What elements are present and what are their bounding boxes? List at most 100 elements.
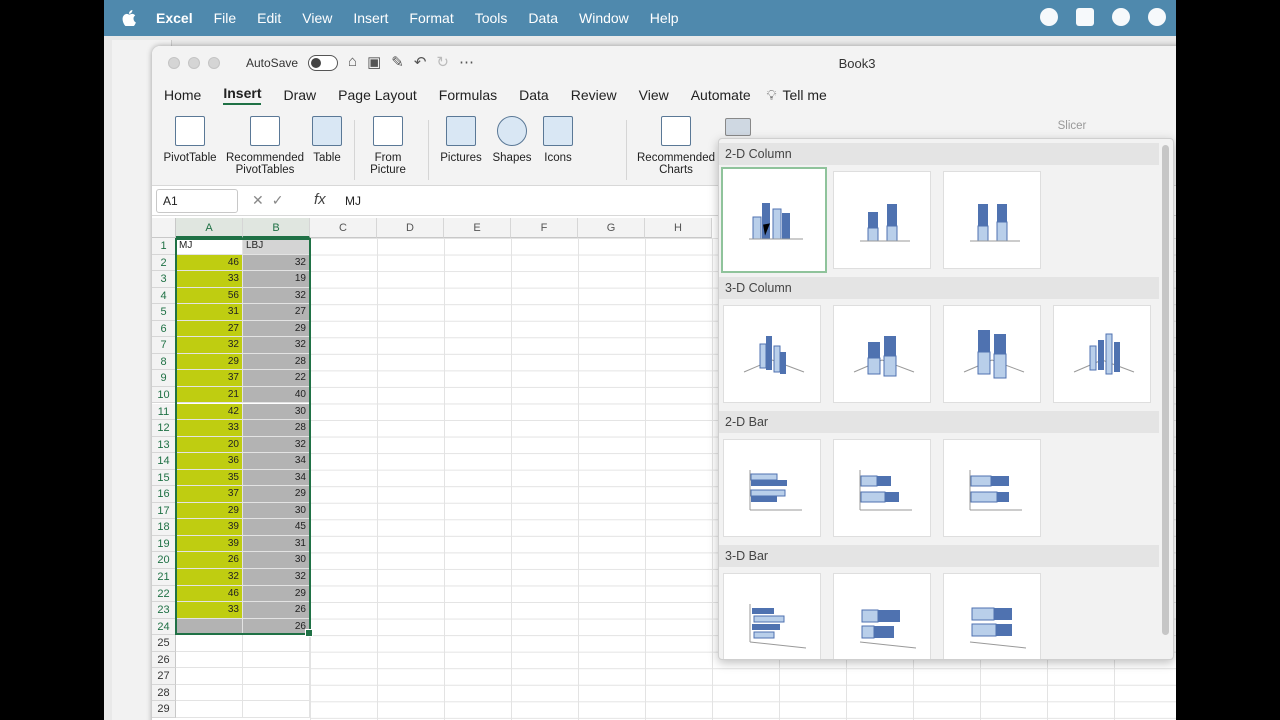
mj-cell[interactable]: 35 — [176, 469, 243, 487]
lbj-cell[interactable]: 29 — [243, 486, 310, 503]
row-header[interactable]: 4 — [152, 287, 176, 305]
recommended-pivottables-button[interactable]: Recommended PivotTables — [222, 114, 308, 176]
3d-percent-stacked-bar-thumb[interactable] — [943, 573, 1041, 659]
column-header-b[interactable]: B — [243, 218, 310, 238]
3d-stacked-bar-thumb[interactable] — [833, 573, 931, 659]
lbj-cell[interactable]: 40 — [243, 386, 310, 404]
tab-review[interactable]: Review — [571, 87, 617, 103]
row-header[interactable]: 9 — [152, 370, 176, 387]
tab-formulas[interactable]: Formulas — [439, 87, 497, 103]
row-header[interactable]: 19 — [152, 535, 176, 553]
row-header[interactable]: 16 — [152, 486, 176, 503]
lbj-cell[interactable]: 26 — [243, 618, 310, 636]
3d-percent-stacked-column-thumb[interactable] — [943, 305, 1041, 403]
column-header-f[interactable]: F — [511, 218, 578, 238]
shield-icon[interactable] — [1148, 8, 1166, 26]
tab-automate[interactable]: Automate — [691, 87, 751, 103]
tab-insert[interactable]: Insert — [223, 85, 262, 105]
app-name[interactable]: Excel — [156, 10, 193, 26]
empty-cell[interactable] — [176, 701, 243, 718]
mj-cell[interactable]: 27 — [176, 320, 243, 338]
menu-data[interactable]: Data — [528, 10, 558, 26]
icons-button[interactable]: Icons — [538, 114, 578, 164]
empty-cell[interactable] — [176, 651, 243, 669]
row-header[interactable]: 26 — [152, 651, 176, 669]
menu-file[interactable]: File — [214, 10, 237, 26]
lbj-cell[interactable]: 34 — [243, 469, 310, 487]
row-header[interactable]: 24 — [152, 618, 176, 636]
clustered-column-thumb[interactable] — [721, 167, 827, 273]
mj-cell[interactable]: 46 — [176, 254, 243, 272]
tab-page-layout[interactable]: Page Layout — [338, 87, 417, 103]
lbj-cell[interactable]: 32 — [243, 569, 310, 586]
mj-cell[interactable]: 56 — [176, 287, 243, 305]
select-all-corner[interactable] — [152, 218, 176, 238]
outlook-icon[interactable] — [1076, 8, 1094, 26]
row-header[interactable]: 18 — [152, 519, 176, 536]
gallery-scrollbar[interactable] — [1162, 145, 1169, 635]
row-header[interactable]: 25 — [152, 635, 176, 652]
name-box[interactable]: A1 — [156, 189, 238, 213]
tab-data[interactable]: Data — [519, 87, 549, 103]
mj-cell[interactable]: 39 — [176, 519, 243, 536]
recommended-charts-button[interactable]: Recommended Charts — [634, 114, 718, 176]
row-header[interactable]: 10 — [152, 386, 176, 404]
column-header-h[interactable]: H — [645, 218, 712, 238]
mj-cell[interactable]: 39 — [176, 535, 243, 553]
empty-cell[interactable] — [176, 635, 243, 652]
stacked-column-thumb[interactable] — [833, 171, 931, 269]
mj-cell[interactable]: 31 — [176, 304, 243, 321]
lbj-cell[interactable]: 22 — [243, 370, 310, 387]
mj-cell[interactable]: 46 — [176, 585, 243, 603]
percent-stacked-column-thumb[interactable] — [943, 171, 1041, 269]
row-header[interactable]: 1 — [152, 238, 176, 255]
column-header-e[interactable]: E — [444, 218, 511, 238]
lbj-cell[interactable]: 45 — [243, 519, 310, 536]
lbj-cell[interactable]: 30 — [243, 552, 310, 569]
pictures-button[interactable]: Pictures — [436, 114, 486, 164]
row-header[interactable]: 22 — [152, 585, 176, 603]
row-header[interactable]: 2 — [152, 254, 176, 272]
row-header[interactable]: 7 — [152, 337, 176, 354]
cloud-icon[interactable] — [1112, 8, 1130, 26]
row-header[interactable]: 21 — [152, 569, 176, 586]
mj-cell[interactable]: 36 — [176, 453, 243, 470]
from-picture-button[interactable]: From Picture — [362, 114, 414, 176]
lbj-cell[interactable]: 31 — [243, 535, 310, 553]
mj-cell[interactable]: 29 — [176, 353, 243, 371]
column-header-c[interactable]: C — [310, 218, 377, 238]
empty-cell[interactable] — [243, 668, 310, 685]
menu-view[interactable]: View — [302, 10, 332, 26]
tab-home[interactable]: Home — [164, 87, 201, 103]
lbj-cell[interactable]: 32 — [243, 254, 310, 272]
mj-cell[interactable]: 26 — [176, 552, 243, 569]
row-header[interactable]: 11 — [152, 403, 176, 421]
3d-stacked-column-thumb[interactable] — [833, 305, 931, 403]
3d-clustered-bar-thumb[interactable] — [723, 573, 821, 659]
lbj-cell[interactable]: 32 — [243, 287, 310, 305]
menu-edit[interactable]: Edit — [257, 10, 281, 26]
lbj-cell[interactable]: 27 — [243, 304, 310, 321]
column-header-g[interactable]: G — [578, 218, 645, 238]
3d-column-thumb[interactable] — [1053, 305, 1151, 403]
percent-stacked-bar-thumb[interactable] — [943, 439, 1041, 537]
mj-cell[interactable]: 20 — [176, 436, 243, 454]
row-header[interactable]: 29 — [152, 701, 176, 718]
menu-window[interactable]: Window — [579, 10, 629, 26]
row-header[interactable]: 15 — [152, 469, 176, 487]
lbj-cell[interactable]: 28 — [243, 420, 310, 437]
empty-cell[interactable] — [176, 668, 243, 685]
row-header[interactable]: 3 — [152, 271, 176, 288]
3d-clustered-column-thumb[interactable] — [723, 305, 821, 403]
menu-tools[interactable]: Tools — [475, 10, 508, 26]
row-header[interactable]: 13 — [152, 436, 176, 454]
empty-cell[interactable] — [243, 651, 310, 669]
lbj-cell[interactable]: 34 — [243, 453, 310, 470]
row-header[interactable]: 5 — [152, 304, 176, 321]
empty-cell[interactable] — [243, 635, 310, 652]
menu-insert[interactable]: Insert — [353, 10, 388, 26]
clustered-bar-thumb[interactable] — [723, 439, 821, 537]
lbj-cell[interactable]: 26 — [243, 602, 310, 619]
empty-cell[interactable] — [243, 684, 310, 702]
mj-cell[interactable]: 33 — [176, 271, 243, 288]
